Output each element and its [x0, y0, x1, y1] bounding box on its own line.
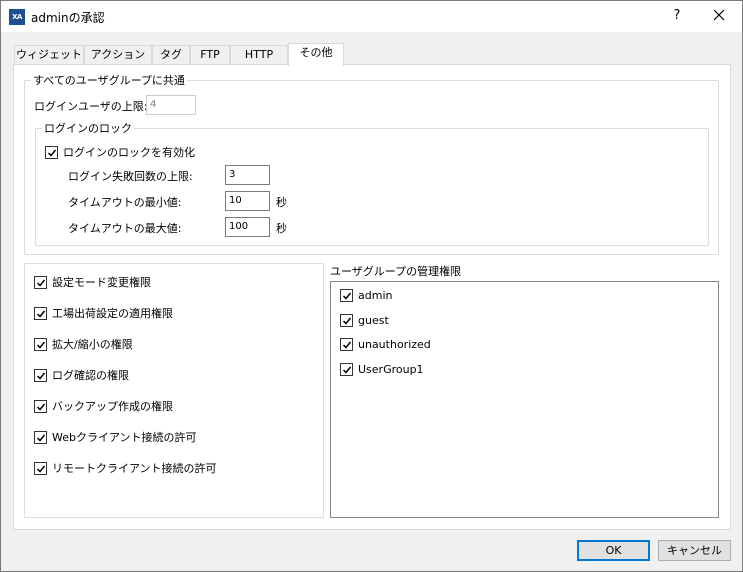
checkbox-box[interactable]	[34, 306, 47, 320]
permission-label: Webクライアント接続の許可	[52, 431, 197, 444]
checkmark-icon	[36, 310, 46, 318]
login-lock-enable-checkbox[interactable]: ログインのロックを有効化	[45, 144, 195, 160]
dialog-window: XA adminの承認 ? ウィジェット アクション タグ FTP HTTP そ…	[0, 0, 743, 572]
tab-action[interactable]: アクション	[84, 45, 152, 65]
tab-other[interactable]: その他	[288, 43, 344, 66]
permission-item[interactable]: 設定モード変更権限	[34, 274, 151, 290]
permission-label: バックアップ作成の権限	[52, 400, 173, 413]
checkmark-icon	[36, 341, 46, 349]
checkbox-box[interactable]	[340, 314, 353, 327]
permission-label: 設定モード変更権限	[52, 276, 151, 289]
checkbox-box[interactable]	[340, 338, 353, 351]
checkbox-box[interactable]	[340, 363, 353, 376]
app-logo-icon: XA	[9, 9, 25, 25]
permission-item[interactable]: 拡大/縮小の権限	[34, 336, 133, 352]
user-group-label: unauthorized	[358, 338, 431, 351]
permissions-panel	[24, 263, 324, 518]
timeout-min-unit: 秒	[276, 196, 287, 209]
checkmark-icon	[36, 403, 46, 411]
login-lock-legend: ログインのロック	[44, 122, 132, 135]
common-settings-legend: すべてのユーザグループに共通	[33, 74, 185, 87]
permission-item[interactable]: リモートクライアント接続の許可	[34, 460, 217, 476]
timeout-max-input[interactable]: 100	[225, 217, 270, 237]
checkmark-icon	[342, 292, 352, 300]
fail-count-label: ログイン失敗回数の上限:	[68, 170, 193, 183]
user-group-label: admin	[358, 289, 393, 302]
tab-http[interactable]: HTTP	[230, 45, 288, 65]
close-button[interactable]	[707, 6, 731, 26]
permission-label: 拡大/縮小の権限	[52, 338, 133, 351]
tab-tag[interactable]: タグ	[152, 45, 190, 65]
user-group-item[interactable]: guest	[340, 314, 389, 327]
permission-item[interactable]: Webクライアント接続の許可	[34, 429, 197, 445]
user-group-label: guest	[358, 314, 389, 327]
user-group-label: UserGroup1	[358, 363, 424, 376]
checkmark-icon	[342, 317, 352, 325]
user-limit-input[interactable]: 4	[146, 95, 196, 115]
cancel-button[interactable]: キャンセル	[658, 540, 731, 561]
checkmark-icon	[342, 341, 352, 349]
close-icon	[713, 9, 725, 21]
permission-label: ログ確認の権限	[52, 369, 129, 382]
user-groups-label: ユーザグループの管理権限	[330, 265, 462, 278]
user-group-item[interactable]: admin	[340, 289, 392, 302]
tab-widget[interactable]: ウィジェット	[14, 45, 84, 65]
user-group-item[interactable]: unauthorized	[340, 338, 431, 351]
checkmark-icon	[36, 434, 46, 442]
permission-item[interactable]: ログ確認の権限	[34, 367, 129, 383]
checkmark-icon	[342, 366, 352, 374]
timeout-min-label: タイムアウトの最小値:	[68, 196, 182, 209]
timeout-max-label: タイムアウトの最大値:	[68, 222, 182, 235]
user-group-item[interactable]: UserGroup1	[340, 363, 424, 376]
checkbox-box[interactable]	[34, 337, 47, 351]
help-button[interactable]: ?	[667, 6, 687, 26]
checkmark-icon	[36, 279, 46, 287]
checkbox-box[interactable]	[45, 145, 58, 159]
checkmark-icon	[47, 149, 57, 157]
tab-ftp[interactable]: FTP	[190, 45, 230, 65]
timeout-min-input[interactable]: 10	[225, 191, 270, 211]
permission-item[interactable]: 工場出荷設定の適用権限	[34, 305, 173, 321]
checkbox-box[interactable]	[34, 275, 47, 289]
login-lock-enable-label: ログインのロックを有効化	[63, 146, 195, 159]
checkbox-box[interactable]	[34, 399, 47, 413]
checkbox-box[interactable]	[340, 289, 353, 302]
user-limit-label: ログインユーザの上限:	[34, 100, 148, 113]
permission-label: 工場出荷設定の適用権限	[52, 307, 173, 320]
timeout-max-unit: 秒	[276, 222, 287, 235]
window-title: adminの承認	[31, 11, 105, 25]
permission-label: リモートクライアント接続の許可	[52, 462, 217, 475]
checkmark-icon	[36, 465, 46, 473]
permission-item[interactable]: バックアップ作成の権限	[34, 398, 173, 414]
ok-button[interactable]: OK	[577, 540, 650, 561]
checkmark-icon	[36, 372, 46, 380]
title-bar: XA adminの承認 ?	[1, 1, 742, 32]
checkbox-box[interactable]	[34, 368, 47, 382]
fail-count-input[interactable]: 3	[225, 165, 270, 185]
checkbox-box[interactable]	[34, 430, 47, 444]
checkbox-box[interactable]	[34, 461, 47, 475]
